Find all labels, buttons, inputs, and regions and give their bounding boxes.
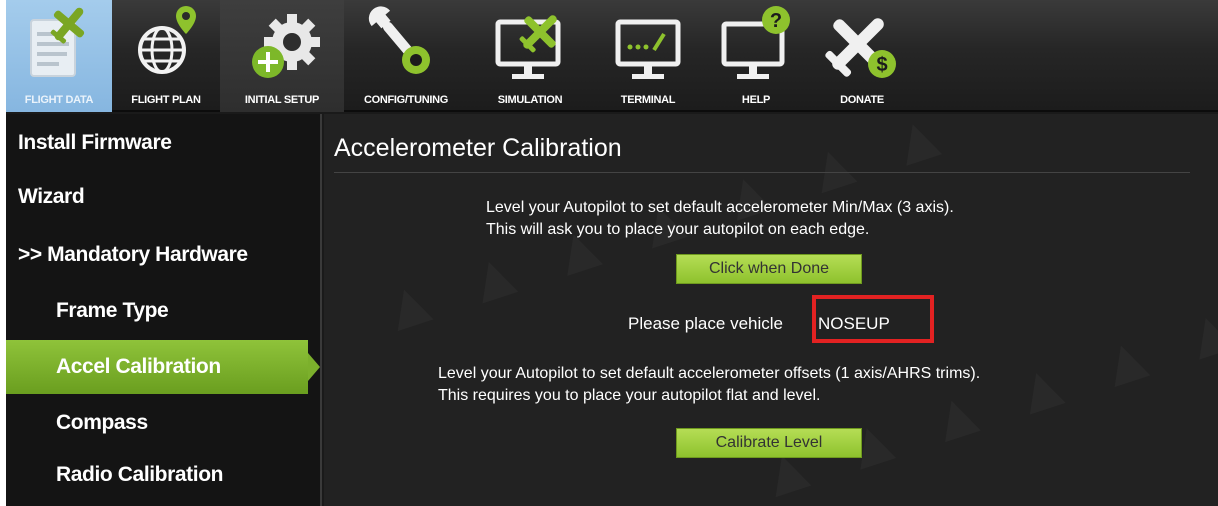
- sidebar-item-label: >> Mandatory Hardware: [18, 243, 248, 266]
- toolbar-label: TERMINAL: [620, 94, 676, 106]
- sidebar-item-accel-calibration[interactable]: Accel Calibration: [6, 340, 320, 394]
- highlight-box: [812, 295, 934, 343]
- toolbar-help-button[interactable]: ? HELP: [704, 0, 808, 112]
- page-title: Accelerometer Calibration: [334, 134, 622, 162]
- svg-text:?: ?: [770, 10, 782, 32]
- sidebar-item-mandatory-hardware[interactable]: >> Mandatory Hardware: [6, 228, 320, 282]
- accel-instructions-line-1: Level your Autopilot to set default acce…: [486, 199, 954, 216]
- sidebar-item-compass[interactable]: Compass: [6, 396, 320, 450]
- setup-sidebar: Install Firmware Wizard >> Mandatory Har…: [6, 114, 320, 506]
- sidebar-item-install-firmware[interactable]: Install Firmware: [6, 116, 320, 170]
- sidebar-item-radio-calibration[interactable]: Radio Calibration: [6, 448, 320, 502]
- toolbar-label: CONFIG/TUNING: [363, 94, 449, 106]
- mission-planner-window: FLIGHT DATA FLIGHT PLAN INITIAL SETUP CO…: [6, 0, 1218, 506]
- sidebar-item-label: Compass: [56, 411, 148, 434]
- toolbar-initial-setup-button[interactable]: INITIAL SETUP: [220, 0, 344, 112]
- place-vehicle-prompt: Please place vehicle: [628, 314, 783, 333]
- toolbar-terminal-button[interactable]: TERMINAL: [592, 0, 704, 112]
- donate-icon: $: [825, 18, 896, 78]
- toolbar-label: FLIGHT PLAN: [131, 94, 201, 106]
- initial-setup-icon: [252, 14, 320, 78]
- level-instructions-line-2: This requires you to place your autopilo…: [438, 387, 821, 404]
- flight-plan-icon: [138, 6, 196, 74]
- sidebar-item-label: Frame Type: [56, 299, 169, 322]
- sidebar-item-label: Radio Calibration: [56, 463, 224, 486]
- toolbar-config-tuning-button[interactable]: CONFIG/TUNING: [344, 0, 468, 112]
- toolbar-flight-data-button[interactable]: FLIGHT DATA: [6, 0, 112, 112]
- flight-data-icon: [30, 7, 85, 77]
- main-toolbar: FLIGHT DATA FLIGHT PLAN INITIAL SETUP CO…: [6, 0, 1218, 112]
- accel-instructions-line-2: This will ask you to place your autopilo…: [486, 221, 870, 238]
- toolbar-simulation-button[interactable]: SIMULATION: [468, 0, 592, 112]
- toolbar-flight-plan-button[interactable]: FLIGHT PLAN: [112, 0, 220, 112]
- toolbar-label: SIMULATION: [497, 94, 563, 106]
- help-icon: ?: [721, 6, 790, 79]
- sidebar-item-label: Install Firmware: [18, 131, 172, 154]
- title-divider: [334, 172, 1190, 173]
- toolbar-label: FLIGHT DATA: [24, 94, 94, 106]
- toolbar-label: DONATE: [840, 94, 884, 106]
- sidebar-divider: [320, 114, 322, 506]
- level-instructions-line-1: Level your Autopilot to set default acce…: [438, 365, 981, 382]
- sidebar-item-frame-type[interactable]: Frame Type: [6, 284, 320, 338]
- terminal-icon: [615, 19, 681, 79]
- sidebar-item-wizard[interactable]: Wizard: [6, 170, 320, 224]
- svg-text:$: $: [876, 54, 887, 76]
- toolbar-donate-button[interactable]: $ DONATE: [808, 0, 916, 112]
- accel-calibration-panel: ▲ ▲ ▲ ▲ ▲ ▲ ▲ ▲ ▲ ▲ ▲ ▲ ▲ Accelerometer …: [324, 114, 1218, 506]
- simulation-icon: [495, 15, 561, 79]
- toolbar-label: HELP: [741, 94, 771, 106]
- toolbar-label: INITIAL SETUP: [244, 94, 320, 106]
- sidebar-item-label: Accel Calibration: [56, 355, 221, 378]
- click-when-done-button[interactable]: Click when Done: [676, 254, 862, 284]
- sidebar-item-label: Wizard: [18, 185, 85, 208]
- config-tuning-icon: [368, 6, 430, 74]
- calibrate-level-button[interactable]: Calibrate Level: [676, 428, 862, 458]
